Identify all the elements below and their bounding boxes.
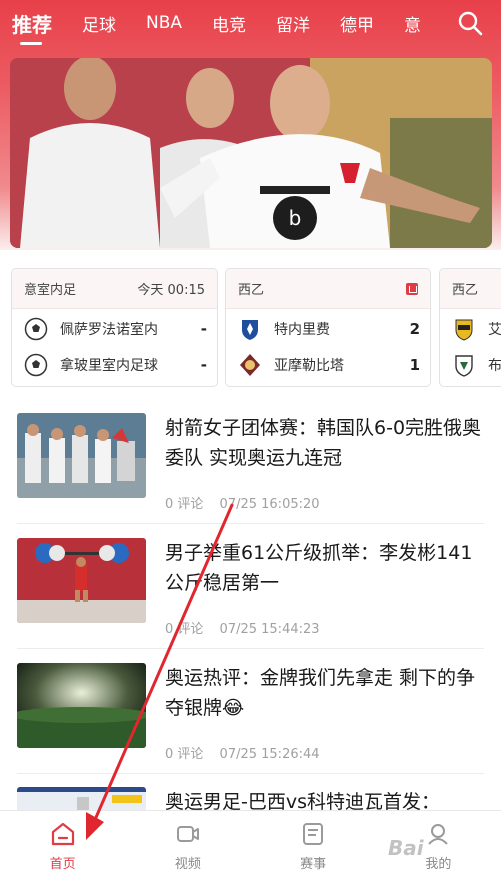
news-item[interactable]: 男子举重61公斤级抓举：李发彬141公斤稳居第一 0 评论 07/25 15:4…: [17, 538, 484, 638]
league-name: 意室内足: [24, 283, 77, 298]
publish-time: 07/25 15:44:23: [219, 622, 320, 637]
soccer-ball-icon: [24, 353, 48, 377]
team-score: 1: [409, 356, 420, 374]
news-title: 奥运热评：金牌我们先拿走 剩下的争夺银牌😂: [165, 667, 476, 719]
home-icon: [51, 822, 74, 846]
tab-esports[interactable]: 电竞: [212, 11, 246, 36]
team-crest-icon: [242, 320, 258, 340]
news-thumbnail: [17, 538, 146, 623]
comment-count: 0 评论: [165, 497, 204, 512]
card-header: 意室内足 今天 00:15: [12, 269, 217, 309]
tab-overseas[interactable]: 留洋: [276, 11, 310, 36]
team-name: 艾: [488, 322, 501, 338]
news-meta: 0 评论 07/25 15:44:23: [165, 618, 332, 637]
score-card[interactable]: 西乙 特内里费 2 亚摩勒比塔 1: [225, 268, 431, 387]
nav-home[interactable]: 首页: [0, 811, 125, 886]
team-name: 拿玻里室内足球: [60, 358, 158, 374]
score-card[interactable]: 西乙 艾 布: [439, 268, 501, 387]
news-item[interactable]: 射箭女子团体赛：韩国队6-0完胜俄奥委队 实现奥运九连冠 0 评论 07/25 …: [17, 413, 484, 513]
team-row: 布: [440, 347, 501, 383]
card-header: 西乙: [440, 269, 501, 309]
nav-video-label: 视频: [174, 857, 201, 872]
team-row: 亚摩勒比塔 1: [226, 347, 430, 383]
news-meta: 0 评论 07/25 16:05:20: [165, 493, 332, 512]
category-tabs: 推荐 足球 NBA 电竞 留洋 德甲 意: [0, 0, 501, 46]
tab-serie-a[interactable]: 意: [404, 11, 421, 36]
nav-profile-label: 我的: [425, 857, 452, 872]
match-time: 今天 00:15: [137, 283, 205, 298]
nav-match-label: 赛事: [300, 857, 327, 872]
team-crest-icon: [455, 319, 473, 341]
profile-icon: [428, 824, 449, 845]
score-card[interactable]: 意室内足 今天 00:15 佩萨罗法诺室内 - 拿玻里室内足球 -: [11, 268, 218, 387]
league-name: 西乙: [452, 283, 479, 298]
divider: [17, 773, 484, 774]
hero-banner[interactable]: b: [10, 58, 492, 248]
team-row: 艾: [440, 311, 501, 347]
team-row: 拿玻里室内足球 -: [12, 347, 217, 383]
comment-count: 0 评论: [165, 622, 204, 637]
match-icon: [303, 823, 324, 845]
nav-home-label: 首页: [49, 857, 76, 872]
tab-football[interactable]: 足球: [82, 11, 116, 36]
comment-count: 0 评论: [165, 747, 204, 762]
team-name: 佩萨罗法诺室内: [60, 322, 158, 338]
team-name: 亚摩勒比塔: [274, 358, 344, 374]
weightlifting-image: [17, 538, 146, 623]
news-thumbnail: [17, 663, 146, 748]
team-score: 2: [409, 320, 420, 338]
team-score: -: [200, 356, 207, 374]
soccer-ball-icon: [24, 317, 48, 341]
team-score: -: [200, 320, 207, 338]
tab-recommend[interactable]: 推荐: [12, 9, 52, 45]
team-crest-icon: [455, 355, 473, 377]
news-title: 男子举重61公斤级抓举：李发彬141公斤稳居第一: [165, 542, 473, 594]
card-header: 西乙: [226, 269, 430, 309]
team-name: 特内里费: [274, 322, 330, 338]
tab-nba[interactable]: NBA: [146, 13, 182, 33]
publish-time: 07/25 15:26:44: [219, 747, 320, 762]
news-thumbnail: [17, 413, 146, 498]
archery-image: [17, 413, 146, 498]
live-icon: [406, 282, 418, 295]
watermark: Bai: [388, 836, 424, 860]
video-icon: [176, 826, 199, 842]
banner-image: b: [10, 58, 492, 248]
stadium-image: [17, 663, 146, 748]
league-name: 西乙: [238, 283, 265, 298]
svg-text:b: b: [289, 206, 302, 230]
search-icon[interactable]: [457, 10, 483, 36]
news-item[interactable]: 奥运热评：金牌我们先拿走 剩下的争夺银牌😂 0 评论 07/25 15:26:4…: [17, 663, 484, 763]
team-row: 佩萨罗法诺室内 -: [12, 311, 217, 347]
team-row: 特内里费 2: [226, 311, 430, 347]
divider: [17, 523, 484, 524]
divider: [17, 648, 484, 649]
news-title: 射箭女子团体赛：韩国队6-0完胜俄奥委队 实现奥运九连冠: [165, 417, 482, 469]
team-name: 布: [488, 358, 501, 374]
score-cards-scroller[interactable]: 意室内足 今天 00:15 佩萨罗法诺室内 - 拿玻里室内足球 - 西乙 特内里…: [11, 268, 501, 388]
nav-video[interactable]: 视频: [125, 811, 250, 886]
bottom-navigation: 首页 视频 赛事 我的: [0, 810, 501, 886]
publish-time: 07/25 16:05:20: [219, 497, 320, 512]
team-crest-icon: [240, 354, 260, 376]
news-meta: 0 评论 07/25 15:26:44: [165, 743, 332, 762]
tab-bundesliga[interactable]: 德甲: [340, 11, 374, 36]
nav-match[interactable]: 赛事: [251, 811, 376, 886]
